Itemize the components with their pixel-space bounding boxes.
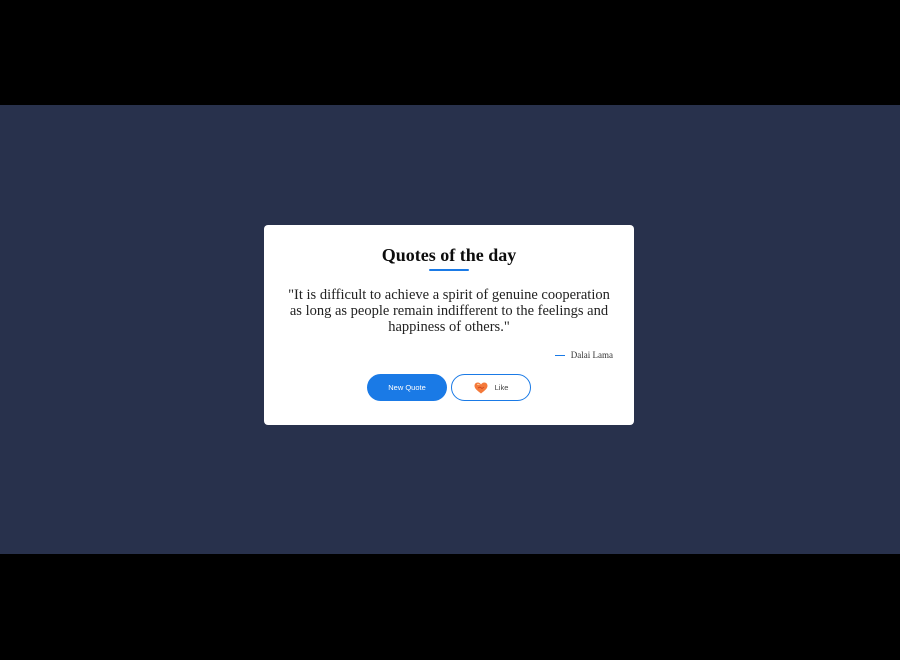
letterbox-top (0, 0, 900, 105)
new-quote-label: New Quote (388, 383, 426, 392)
quote-text: "It is difficult to achieve a spirit of … (288, 287, 610, 335)
card-title: Quotes of the day (381, 245, 517, 265)
author-row: Dalai Lama (554, 349, 613, 361)
page-background: Quotes of the day "It is difficult to ac… (0, 105, 900, 554)
like-button[interactable]: Like (451, 374, 531, 401)
author-name: Dalai Lama (570, 350, 613, 360)
quote-card: Quotes of the day "It is difficult to ac… (264, 225, 634, 425)
heart-icon (474, 382, 488, 394)
title-underline (429, 269, 469, 271)
author-dash (554, 354, 565, 356)
like-label: Like (494, 383, 509, 392)
new-quote-button[interactable]: New Quote (367, 374, 447, 401)
letterbox-bottom (0, 554, 900, 660)
